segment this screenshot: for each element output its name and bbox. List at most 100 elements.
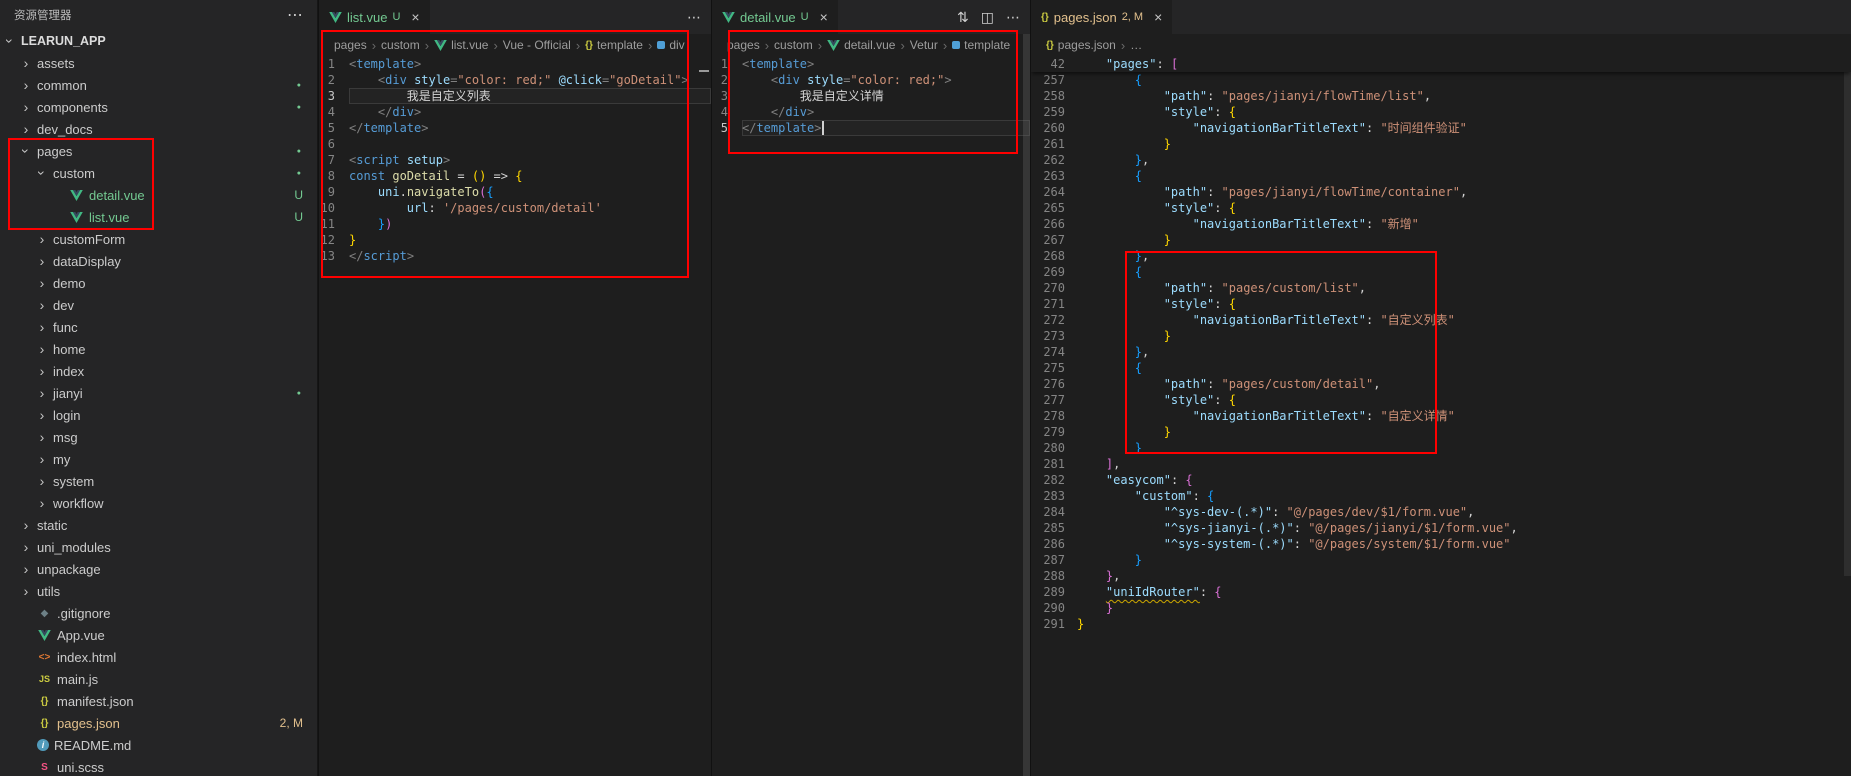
tree-root[interactable]: ›LEARUN_APP — [0, 30, 317, 52]
tree-item-system[interactable]: ›system — [0, 470, 317, 492]
code-line[interactable]: 1<template> — [319, 56, 711, 72]
code-line[interactable]: 10 url: '/pages/custom/detail' — [319, 200, 711, 216]
tree-item-manifest.json[interactable]: {}manifest.json — [0, 690, 317, 712]
code-line[interactable]: 268 }, — [1031, 248, 1851, 264]
tree-item-unpackage[interactable]: ›unpackage — [0, 558, 317, 580]
breadcrumb-item[interactable]: {}template — [585, 38, 643, 52]
tree-item-.gitignore[interactable]: ◆.gitignore — [0, 602, 317, 624]
breadcrumb-item[interactable]: div — [657, 38, 684, 52]
tree-item-static[interactable]: ›static — [0, 514, 317, 536]
close-icon[interactable]: × — [1154, 9, 1162, 25]
code-line[interactable]: 279 } — [1031, 424, 1851, 440]
code-line[interactable]: 11 }) — [319, 216, 711, 232]
tree-item-home[interactable]: ›home — [0, 338, 317, 360]
code-line[interactable]: 8const goDetail = () => { — [319, 168, 711, 184]
tree-item-pages[interactable]: ›pages● — [0, 140, 317, 162]
code-line[interactable]: 264 "path": "pages/jianyi/flowTime/conta… — [1031, 184, 1851, 200]
code-line[interactable]: 259 "style": { — [1031, 104, 1851, 120]
code-editor[interactable]: 42 "pages": [257 {258 "path": "pages/jia… — [1031, 56, 1851, 776]
code-line[interactable]: 12} — [319, 232, 711, 248]
code-line[interactable]: 5</template> — [712, 120, 1030, 136]
tree-item-dataDisplay[interactable]: ›dataDisplay — [0, 250, 317, 272]
breadcrumb-item[interactable]: {}pages.json — [1046, 38, 1116, 52]
code-line[interactable]: 289 "uniIdRouter": { — [1031, 584, 1851, 600]
code-line[interactable]: 274 }, — [1031, 344, 1851, 360]
breadcrumb-item[interactable]: list.vue — [434, 38, 488, 52]
code-line[interactable]: 291} — [1031, 616, 1851, 632]
code-line[interactable]: 285 "^sys-jianyi-(.*)": "@/pages/jianyi/… — [1031, 520, 1851, 536]
code-line[interactable]: 284 "^sys-dev-(.*)": "@/pages/dev/$1/for… — [1031, 504, 1851, 520]
tree-item-jianyi[interactable]: ›jianyi● — [0, 382, 317, 404]
code-line[interactable]: 2 <div style="color: red;" @click="goDet… — [319, 72, 711, 88]
scrollbar[interactable] — [1844, 56, 1851, 576]
code-line[interactable]: 281 ], — [1031, 456, 1851, 472]
code-line[interactable]: 278 "navigationBarTitleText": "自定义详情" — [1031, 408, 1851, 424]
code-line[interactable]: 261 } — [1031, 136, 1851, 152]
code-line[interactable]: 273 } — [1031, 328, 1851, 344]
code-line[interactable]: 262 }, — [1031, 152, 1851, 168]
views-more-actions-icon[interactable]: ⋯ — [287, 5, 303, 25]
code-line[interactable]: 7<script setup> — [319, 152, 711, 168]
breadcrumb-item[interactable]: custom — [774, 38, 813, 52]
code-line[interactable]: 3 我是自定义列表 — [319, 88, 711, 104]
code-line[interactable]: 287 } — [1031, 552, 1851, 568]
sticky-scroll-line[interactable]: 42 "pages": [ — [1031, 56, 1851, 72]
code-line[interactable]: 275 { — [1031, 360, 1851, 376]
scrollbar[interactable] — [1023, 34, 1030, 776]
code-editor[interactable]: 1<template>2 <div style="color: red;">3 … — [712, 56, 1030, 776]
tree-item-uni_modules[interactable]: ›uni_modules — [0, 536, 317, 558]
code-line[interactable]: 258 "path": "pages/jianyi/flowTime/list"… — [1031, 88, 1851, 104]
tree-item-demo[interactable]: ›demo — [0, 272, 317, 294]
tab-detail-vue[interactable]: detail.vue U × — [712, 0, 839, 34]
tree-item-workflow[interactable]: ›workflow — [0, 492, 317, 514]
code-line[interactable]: 265 "style": { — [1031, 200, 1851, 216]
code-line[interactable]: 288 }, — [1031, 568, 1851, 584]
close-icon[interactable]: × — [411, 9, 419, 25]
open-changes-icon[interactable]: ⇅ — [957, 9, 969, 26]
tab-pages-json[interactable]: {} pages.json 2, M × — [1031, 0, 1173, 34]
code-line[interactable]: 5</template> — [319, 120, 711, 136]
breadcrumb-item[interactable]: pages — [727, 38, 760, 52]
tree-item-common[interactable]: ›common● — [0, 74, 317, 96]
breadcrumb-item[interactable]: Vue - Official — [503, 38, 571, 52]
code-line[interactable]: 3 我是自定义详情 — [712, 88, 1030, 104]
code-line[interactable]: 290 } — [1031, 600, 1851, 616]
tree-item-README.md[interactable]: iREADME.md — [0, 734, 317, 756]
code-line[interactable]: 282 "easycom": { — [1031, 472, 1851, 488]
code-line[interactable]: 263 { — [1031, 168, 1851, 184]
code-line[interactable]: 4 </div> — [319, 104, 711, 120]
split-editor-icon[interactable]: ◫ — [981, 9, 994, 26]
code-line[interactable]: 271 "style": { — [1031, 296, 1851, 312]
breadcrumb-item[interactable]: pages — [334, 38, 367, 52]
tree-item-func[interactable]: ›func — [0, 316, 317, 338]
code-line[interactable]: 277 "style": { — [1031, 392, 1851, 408]
tree-item-assets[interactable]: ›assets — [0, 52, 317, 74]
more-actions-icon[interactable]: ⋯ — [687, 9, 701, 26]
tree-item-index[interactable]: ›index — [0, 360, 317, 382]
breadcrumb-item[interactable]: … — [1130, 38, 1142, 52]
tree-item-uni.scss[interactable]: Suni.scss — [0, 756, 317, 776]
code-line[interactable]: 2 <div style="color: red;"> — [712, 72, 1030, 88]
tree-item-msg[interactable]: ›msg — [0, 426, 317, 448]
code-line[interactable]: 6 — [319, 136, 711, 152]
code-line[interactable]: 269 { — [1031, 264, 1851, 280]
tree-item-main.js[interactable]: JSmain.js — [0, 668, 317, 690]
code-line[interactable]: 276 "path": "pages/custom/detail", — [1031, 376, 1851, 392]
code-editor[interactable]: 1<template>2 <div style="color: red;" @c… — [319, 56, 711, 776]
code-line[interactable]: 260 "navigationBarTitleText": "时间组件验证" — [1031, 120, 1851, 136]
code-line[interactable]: 266 "navigationBarTitleText": "新增" — [1031, 216, 1851, 232]
tree-item-index.html[interactable]: <>index.html — [0, 646, 317, 668]
code-line[interactable]: 267 } — [1031, 232, 1851, 248]
code-line[interactable]: 270 "path": "pages/custom/list", — [1031, 280, 1851, 296]
tree-item-utils[interactable]: ›utils — [0, 580, 317, 602]
code-line[interactable]: 286 "^sys-system-(.*)": "@/pages/system/… — [1031, 536, 1851, 552]
breadcrumb-item[interactable]: custom — [381, 38, 420, 52]
code-line[interactable]: 13</script> — [319, 248, 711, 264]
more-actions-icon[interactable]: ⋯ — [1006, 9, 1020, 26]
tree-item-dev_docs[interactable]: ›dev_docs — [0, 118, 317, 140]
tree-item-detail.vue[interactable]: detail.vueU — [0, 184, 317, 206]
code-line[interactable]: 4 </div> — [712, 104, 1030, 120]
tree-item-custom[interactable]: ›custom● — [0, 162, 317, 184]
breadcrumb-item[interactable]: detail.vue — [827, 38, 895, 52]
tree-item-pages.json[interactable]: {}pages.json2, M — [0, 712, 317, 734]
